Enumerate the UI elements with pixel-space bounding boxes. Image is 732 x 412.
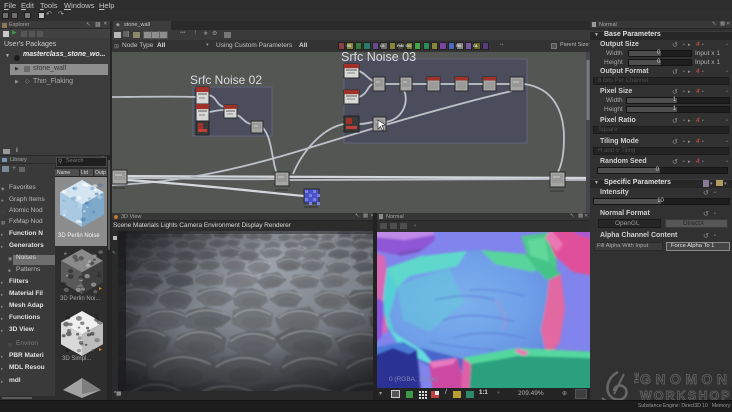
svg-text:GNOMON: GNOMON <box>640 371 728 387</box>
svg-text:Srfc Noise 02: Srfc Noise 02 <box>190 73 262 87</box>
svg-text:Srfc Noise 03: Srfc Noise 03 <box>341 52 416 64</box>
